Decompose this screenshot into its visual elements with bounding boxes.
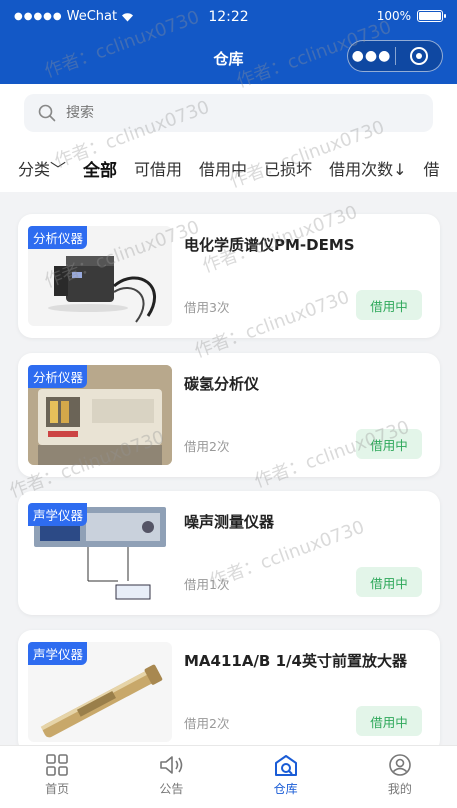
- close-button[interactable]: [396, 47, 442, 65]
- borrow-count: 借用1次: [184, 577, 230, 592]
- speaker-icon: [160, 756, 183, 774]
- filter-borrowed[interactable]: 借用中: [199, 156, 247, 180]
- item-name: 电化学质谱仪PM-DEMS: [184, 236, 355, 254]
- category-tag: 声学仪器: [28, 642, 88, 665]
- filter-tabs: 分类﹀ 全部 可借用 借用中 已损坏 借用次数↓ 借: [0, 152, 457, 184]
- item-name: MA411A/B 1/4英寸前置放大器: [184, 652, 407, 670]
- item-card[interactable]: 分析仪器 碳氢分析仪 借用2次 借用中: [18, 353, 440, 477]
- filter-more[interactable]: 借: [423, 156, 439, 180]
- filter-category[interactable]: 分类﹀: [18, 156, 66, 180]
- borrow-count: 借用3次: [184, 300, 230, 315]
- item-name: 噪声测量仪器: [184, 513, 275, 531]
- status-badge: 借用中: [356, 290, 422, 320]
- item-card[interactable]: 声学仪器 MA411A/B 1/4英寸前置放大器 借用2次 借用中: [18, 630, 440, 754]
- filter-available[interactable]: 可借用: [134, 156, 182, 180]
- battery-icon: [417, 10, 446, 22]
- category-tag: 声学仪器: [28, 503, 88, 526]
- status-badge: 借用中: [356, 706, 422, 736]
- status-bar: ●●●●● WeChat 12:22 100%: [0, 0, 457, 36]
- borrow-count: 借用2次: [184, 439, 230, 454]
- bottom-tab-bar: 首页 公告 仓库 我的: [0, 745, 457, 808]
- tab-label: 我的: [387, 782, 412, 796]
- grid-icon: [46, 754, 68, 776]
- tab-label: 仓库: [273, 782, 298, 796]
- tab-warehouse[interactable]: 仓库: [229, 746, 343, 808]
- close-ring-icon: [409, 47, 428, 65]
- filter-damaged[interactable]: 已损坏: [264, 156, 312, 180]
- category-tag: 分析仪器: [28, 226, 88, 249]
- app-header: ●●●●● WeChat 12:22 100% 仓库 ●●●: [0, 0, 457, 84]
- more-button[interactable]: ●●●: [348, 48, 395, 64]
- item-card[interactable]: 分析仪器 电化学质谱仪PM-DEMS 借用3次 借用中: [18, 214, 440, 338]
- tab-home[interactable]: 首页: [0, 746, 114, 808]
- tab-label: 首页: [45, 782, 70, 796]
- item-card[interactable]: 声学仪器 噪声测量仪器 借用1次 借用中: [18, 491, 440, 615]
- tab-announcements[interactable]: 公告: [114, 746, 228, 808]
- tab-label: 公告: [159, 782, 184, 796]
- category-tag: 分析仪器: [28, 365, 88, 388]
- status-badge: 借用中: [356, 567, 422, 597]
- search-bar[interactable]: [24, 94, 433, 132]
- filter-all[interactable]: 全部: [83, 156, 117, 181]
- battery-percent: 100%: [376, 9, 411, 23]
- filter-borrow-count[interactable]: 借用次数↓: [329, 156, 406, 180]
- tab-profile[interactable]: 我的: [343, 746, 457, 808]
- search-filter-panel: 分类﹀ 全部 可借用 借用中 已损坏 借用次数↓ 借: [0, 84, 457, 192]
- search-icon: [38, 104, 56, 122]
- item-name: 碳氢分析仪: [184, 375, 260, 393]
- miniprogram-capsule: ●●●: [347, 40, 443, 72]
- user-icon: [389, 754, 411, 776]
- warehouse-icon: [274, 755, 297, 776]
- borrow-count: 借用2次: [184, 716, 230, 731]
- search-input[interactable]: [66, 105, 386, 121]
- status-badge: 借用中: [356, 429, 422, 459]
